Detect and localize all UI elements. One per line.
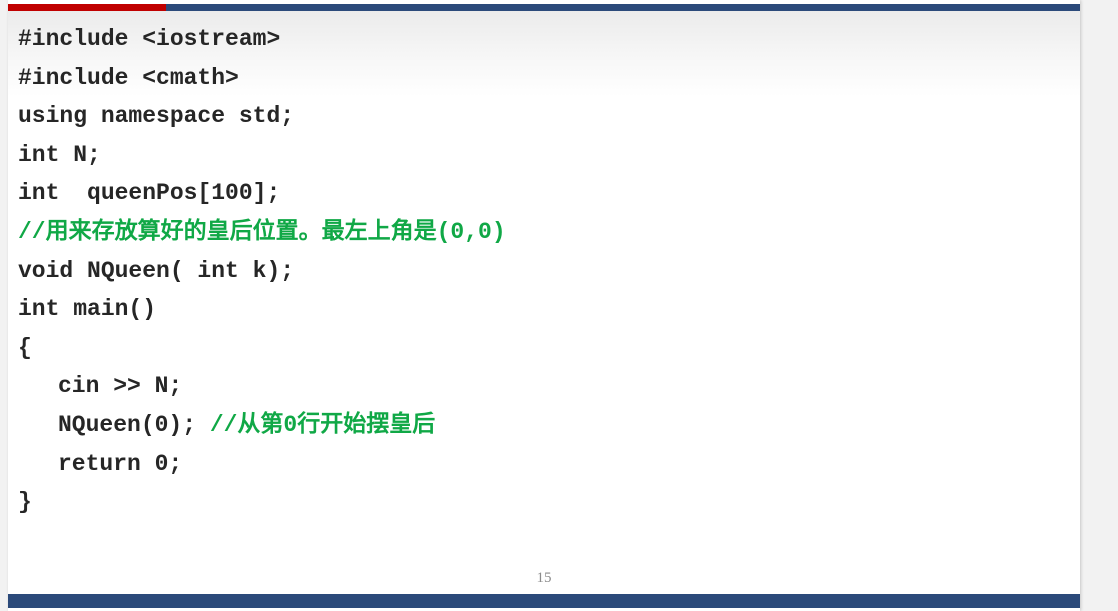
top-bar: [8, 4, 1080, 11]
slide: #include <iostream> #include <cmath> usi…: [8, 0, 1080, 611]
code-line-using-namespace: using namespace std;: [18, 103, 295, 130]
code-line-int-n: int N;: [18, 141, 101, 168]
page-number: 15: [536, 570, 552, 586]
code-line-close-brace: }: [18, 489, 32, 516]
code-block: #include <iostream> #include <cmath> usi…: [18, 20, 506, 522]
top-bar-accent: [8, 4, 166, 11]
code-line-return: return 0;: [58, 450, 183, 477]
bottom-bar: [8, 594, 1080, 608]
code-line-cin: cin >> N;: [58, 373, 183, 400]
code-nqueen-call-text: NQueen(0);: [58, 411, 210, 438]
code-line-nqueen-call: NQueen(0); //从第0行开始摆皇后: [18, 406, 506, 445]
code-line-include-cmath: #include <cmath>: [18, 64, 239, 91]
code-line-include-iostream: #include <iostream>: [18, 26, 281, 52]
code-line-nqueen-decl: void NQueen( int k);: [18, 257, 295, 284]
code-line-main-signature: int main(): [18, 296, 157, 323]
code-line-open-brace: {: [18, 334, 32, 361]
code-line-queenpos-decl: int queenPos[100];: [18, 180, 281, 207]
code-comment-nqueen-call: //从第0行开始摆皇后: [209, 411, 436, 438]
code-comment-queenpos: //用来存放算好的皇后位置。最左上角是(0,0): [18, 218, 506, 245]
